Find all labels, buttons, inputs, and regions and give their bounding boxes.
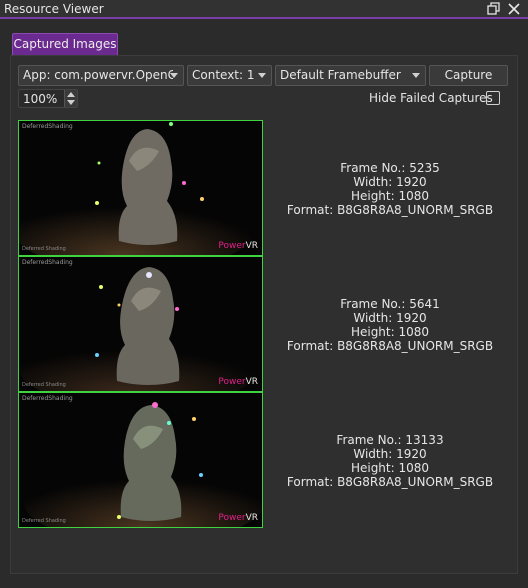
overlay-small-text: Deferred Shading bbox=[22, 518, 66, 524]
overlay-title: DeferredShading bbox=[22, 123, 73, 130]
overlay-small-text: Deferred Shading bbox=[22, 382, 66, 388]
frame-format: Format: B8G8R8A8_UNORM_SRGB bbox=[286, 339, 494, 353]
tab-captured-images[interactable]: Captured Images bbox=[12, 33, 118, 56]
overlay-small-text: Deferred Shading bbox=[22, 246, 66, 252]
capture-thumbnail[interactable]: DeferredShading Deferred Shading PowerVR bbox=[18, 120, 263, 256]
frame-number: Frame No.: 13133 bbox=[336, 433, 444, 447]
statue-scene-image bbox=[19, 121, 262, 255]
overlay-title: DeferredShading bbox=[22, 395, 73, 402]
zoom-stepper[interactable] bbox=[64, 90, 77, 107]
float-window-icon[interactable] bbox=[486, 1, 502, 17]
capture-thumbnail[interactable]: DeferredShading Deferred Shading PowerVR bbox=[18, 256, 263, 392]
statue-scene-image bbox=[19, 257, 262, 391]
powervr-logo: PowerVR bbox=[218, 241, 258, 251]
frame-format: Format: B8G8R8A8_UNORM_SRGB bbox=[286, 475, 494, 489]
zoom-spinbox[interactable]: 100% bbox=[18, 89, 78, 108]
frame-height: Height: 1080 bbox=[350, 461, 430, 475]
title-bar: Resource Viewer bbox=[0, 0, 528, 19]
capture-info: Frame No.: 13133 Width: 1920 Height: 108… bbox=[270, 433, 510, 489]
frame-height: Height: 1080 bbox=[350, 325, 430, 339]
powervr-logo: PowerVR bbox=[218, 513, 258, 523]
framebuffer-select[interactable]: Default Framebuffer bbox=[275, 65, 426, 86]
hide-failed-label: Hide Failed Captures bbox=[369, 91, 493, 105]
frame-height: Height: 1080 bbox=[350, 189, 430, 203]
capture-info: Frame No.: 5641 Width: 1920 Height: 1080… bbox=[270, 297, 510, 353]
frame-width: Width: 1920 bbox=[353, 311, 427, 325]
framebuffer-select-label: Default Framebuffer bbox=[280, 68, 401, 82]
capture-button[interactable]: Capture bbox=[429, 65, 508, 86]
arrow-up-icon[interactable] bbox=[67, 92, 75, 97]
chevron-down-icon bbox=[258, 73, 266, 78]
capture-info: Frame No.: 5235 Width: 1920 Height: 1080… bbox=[270, 161, 510, 217]
chevron-down-icon bbox=[170, 73, 178, 78]
context-select[interactable]: Context: 1 bbox=[187, 65, 272, 86]
chevron-down-icon bbox=[412, 73, 420, 78]
frame-format: Format: B8G8R8A8_UNORM_SRGB bbox=[286, 203, 494, 217]
hide-failed-checkbox[interactable] bbox=[486, 91, 500, 105]
frame-width: Width: 1920 bbox=[353, 447, 427, 461]
frame-number: Frame No.: 5235 bbox=[340, 161, 440, 175]
arrow-down-icon[interactable] bbox=[67, 100, 75, 105]
frame-width: Width: 1920 bbox=[353, 175, 427, 189]
overlay-title: DeferredShading bbox=[22, 259, 73, 266]
app-select-label: App: com.powervr.OpenG bbox=[23, 68, 173, 82]
statue-scene-image bbox=[19, 393, 262, 527]
app-select[interactable]: App: com.powervr.OpenG bbox=[18, 65, 184, 86]
zoom-value: 100% bbox=[23, 92, 58, 106]
close-icon[interactable] bbox=[506, 1, 522, 17]
window-title: Resource Viewer bbox=[4, 2, 104, 16]
powervr-logo: PowerVR bbox=[218, 377, 258, 387]
capture-thumbnail[interactable]: DeferredShading Deferred Shading PowerVR bbox=[18, 392, 263, 528]
frame-number: Frame No.: 5641 bbox=[340, 297, 440, 311]
